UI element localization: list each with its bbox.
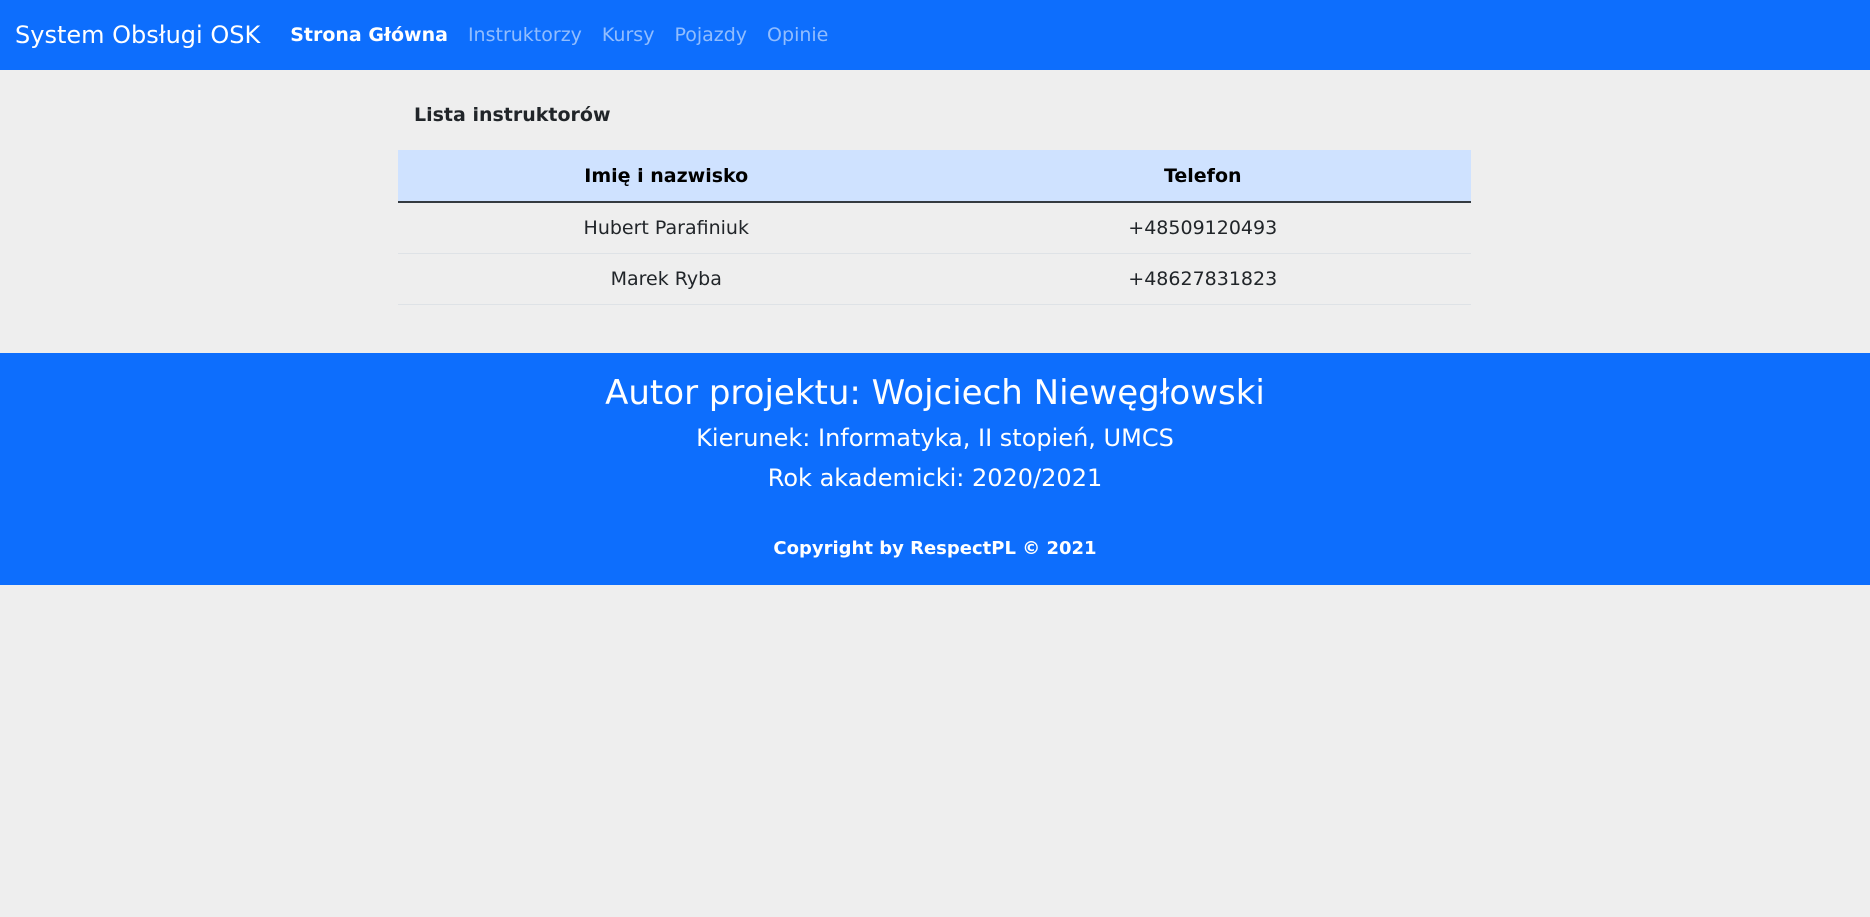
instructor-name: Marek Ryba xyxy=(398,253,935,305)
nav-link-instructors[interactable]: Instruktorzy xyxy=(468,24,582,46)
page-title: Lista instruktorów xyxy=(414,104,611,126)
instructors-table: Imię i nazwisko Telefon Hubert Parafiniu… xyxy=(398,150,1471,305)
nav-links: Strona Główna Instruktorzy Kursy Pojazdy… xyxy=(290,24,848,46)
nav-link-courses[interactable]: Kursy xyxy=(602,24,655,46)
brand-link[interactable]: System Obsługi OSK xyxy=(15,21,260,49)
table-header-row: Imię i nazwisko Telefon xyxy=(398,150,1471,203)
nav-link-home[interactable]: Strona Główna xyxy=(290,24,448,46)
nav-link-reviews[interactable]: Opinie xyxy=(767,24,828,46)
column-header-name: Imię i nazwisko xyxy=(398,150,935,203)
footer-author: Autor projektu: Wojciech Niewęgłowski xyxy=(605,373,1265,413)
table-row: Hubert Parafiniuk +48509120493 xyxy=(398,202,1471,254)
footer-major: Kierunek: Informatyka, II stopień, UMCS xyxy=(696,424,1174,452)
footer: Autor projektu: Wojciech Niewęgłowski Ki… xyxy=(0,353,1870,585)
table-row: Marek Ryba +48627831823 xyxy=(398,253,1471,305)
instructor-phone: +48627831823 xyxy=(934,253,1471,305)
footer-copyright: Copyright by RespectPL © 2021 xyxy=(773,538,1097,559)
nav-link-vehicles[interactable]: Pojazdy xyxy=(674,24,747,46)
column-header-phone: Telefon xyxy=(934,150,1471,203)
instructor-phone: +48509120493 xyxy=(934,202,1471,254)
navbar: System Obsługi OSK Strona Główna Instruk… xyxy=(0,0,1870,70)
footer-academic-year: Rok akademicki: 2020/2021 xyxy=(767,464,1103,492)
instructor-name: Hubert Parafiniuk xyxy=(398,202,935,254)
main-content: Lista instruktorów Imię i nazwisko Telef… xyxy=(398,70,1471,305)
